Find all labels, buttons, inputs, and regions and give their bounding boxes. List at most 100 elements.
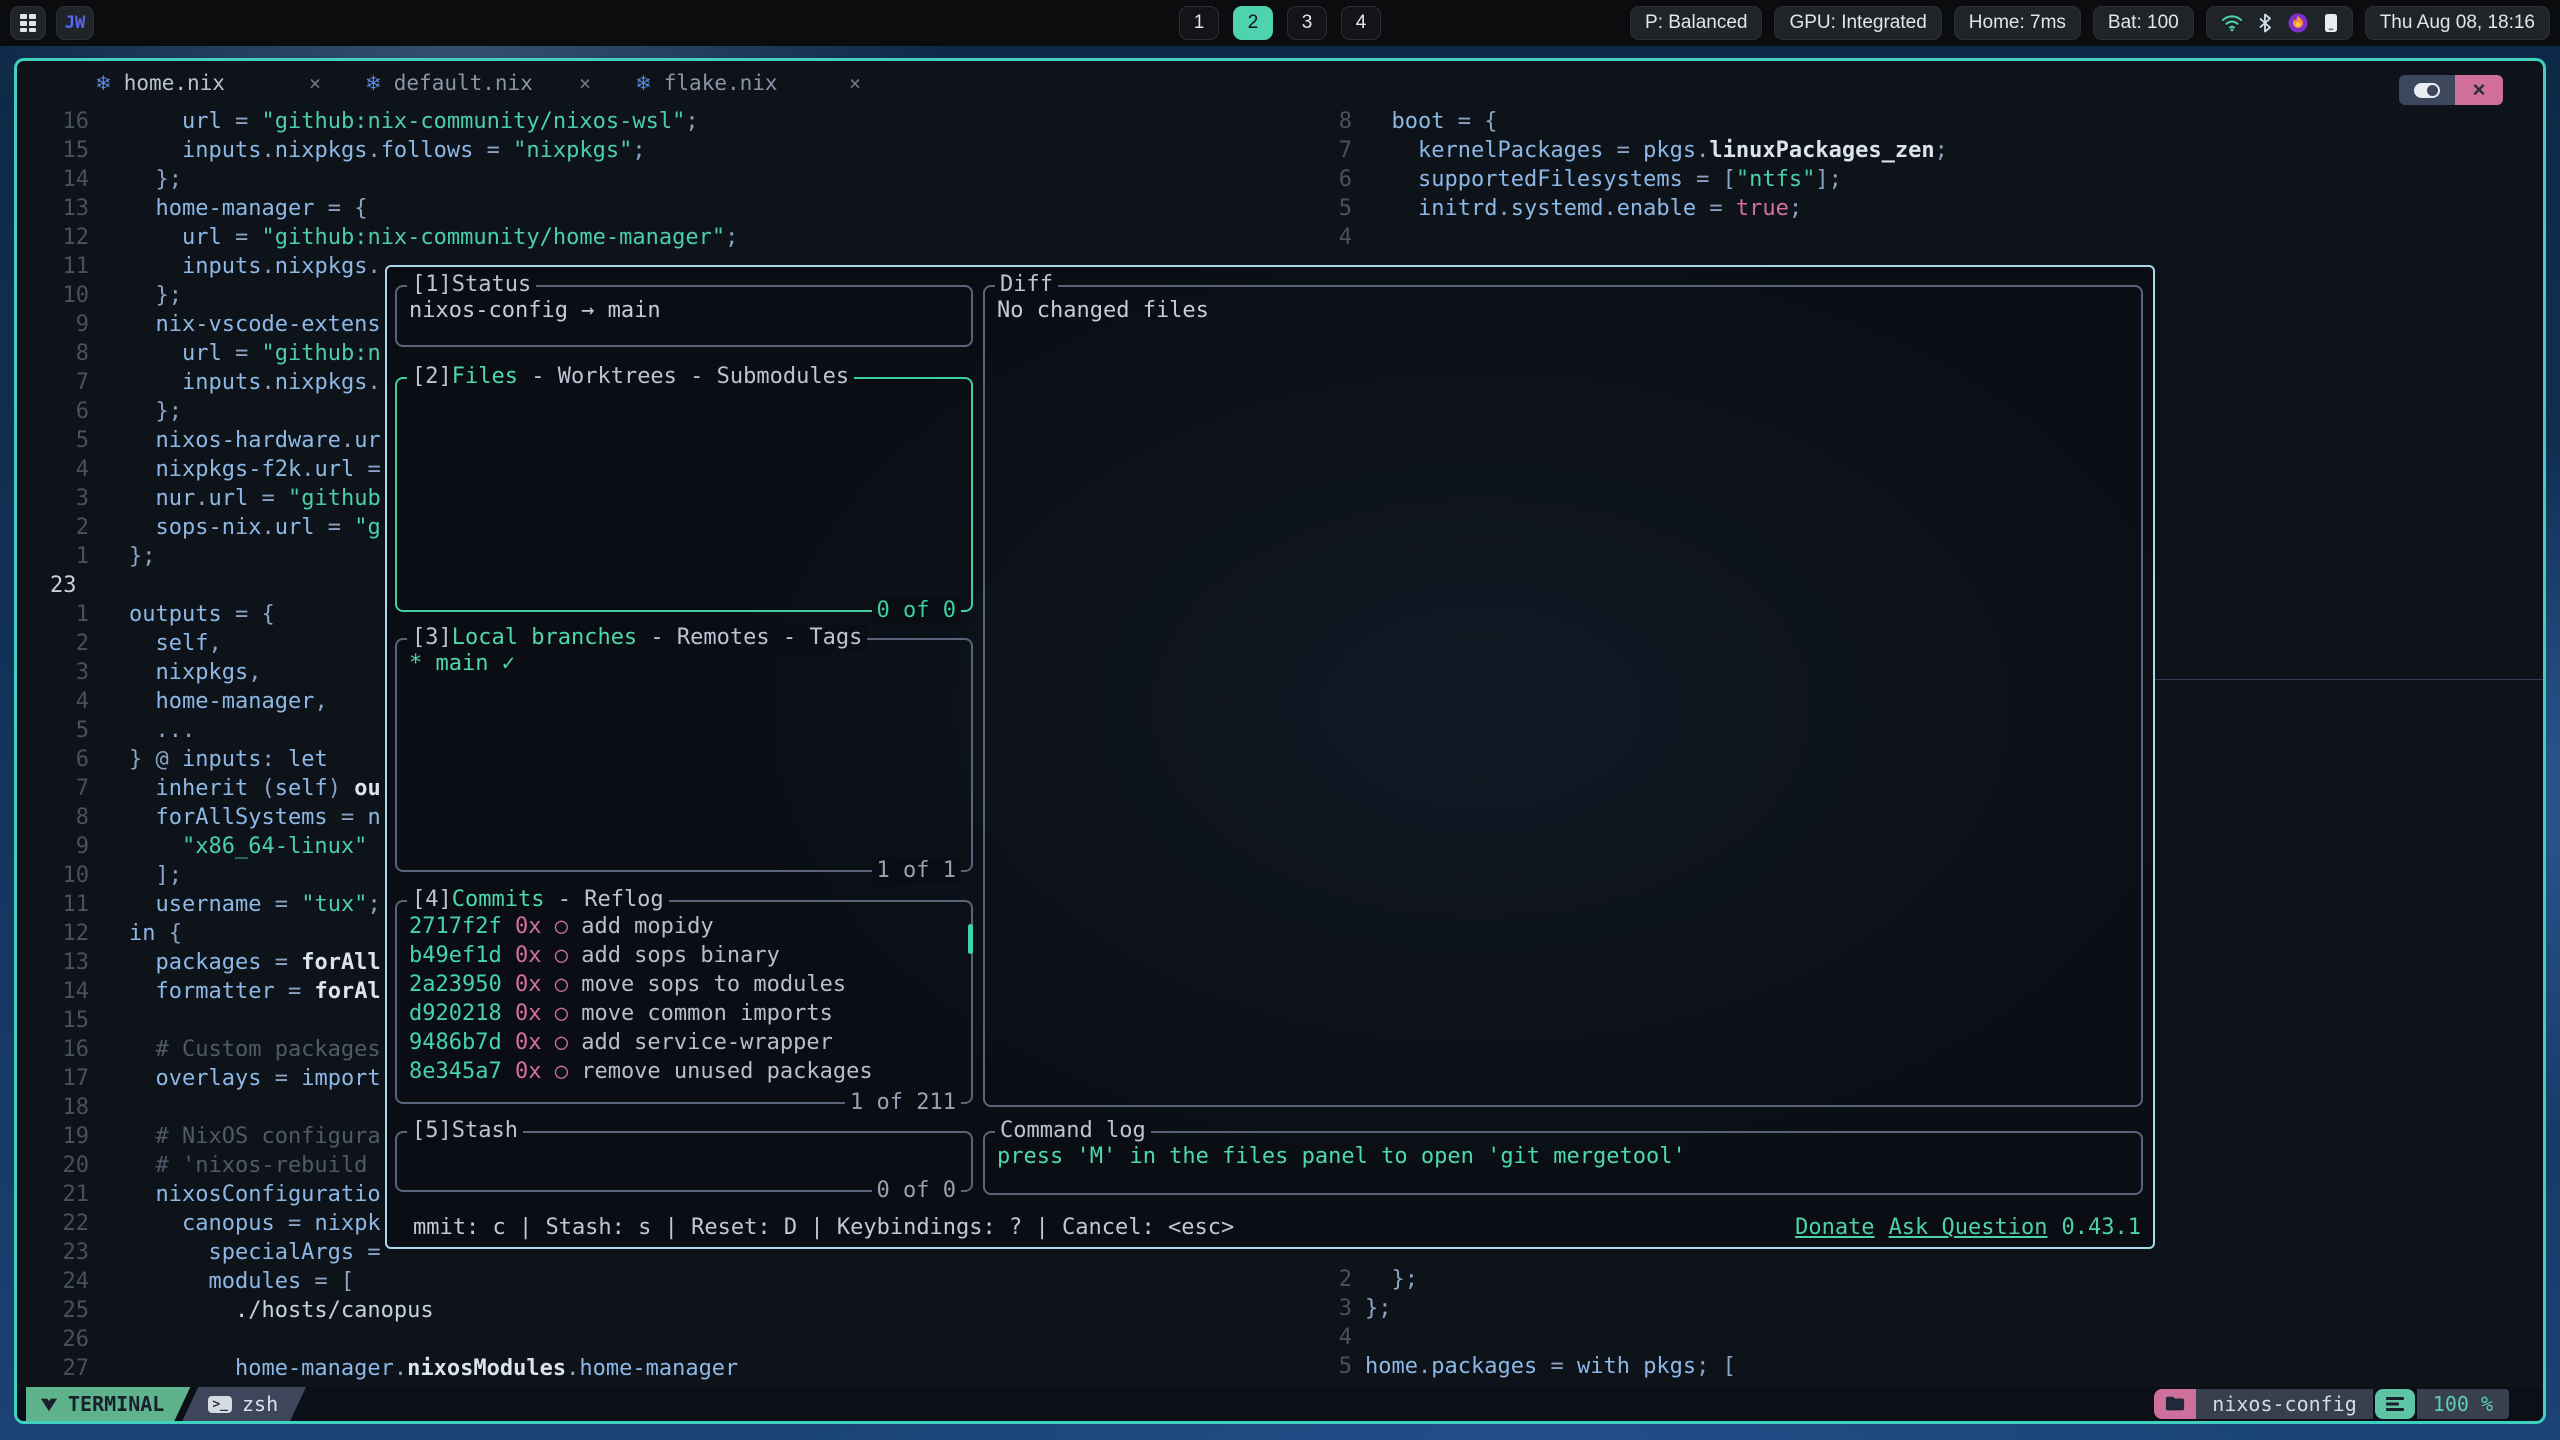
clock[interactable]: Thu Aug 08, 18:16 xyxy=(2365,6,2550,40)
system-status-pills: P: Balanced GPU: Integrated Home: 7ms Bat: … xyxy=(1630,6,2194,40)
code-line: 25 ./hosts/canopus xyxy=(17,1296,1277,1325)
line-number: 18 xyxy=(17,1093,89,1122)
donate-link[interactable]: Donate xyxy=(1795,1213,1874,1242)
code-line: 26 xyxy=(17,1325,1277,1354)
lazygit-status-panel[interactable]: [1]Status nixos-config → main xyxy=(395,285,973,347)
repo-name: nixos-config xyxy=(2196,1389,2373,1419)
lazygit-command-log-panel[interactable]: Command log press 'M' in the files panel… xyxy=(983,1131,2143,1195)
line-number: 27 xyxy=(17,1354,89,1383)
code-line: 4 xyxy=(1286,1323,2536,1352)
line-number: 11 xyxy=(17,890,89,919)
tab-close-icon[interactable]: × xyxy=(579,71,591,95)
status-pill[interactable]: Bat: 100 xyxy=(2093,6,2194,40)
wifi-icon[interactable] xyxy=(2221,14,2243,32)
tab-close-icon[interactable]: × xyxy=(849,71,861,95)
tab-home.nix[interactable]: ❄home.nix× xyxy=(73,61,343,105)
code-pane-home-nix[interactable]: 2 };3};45home.packages = with pkgs; [ xyxy=(1286,1265,2536,1381)
window-close-button[interactable]: × xyxy=(2455,75,2503,105)
commits-scrollbar[interactable] xyxy=(968,924,973,954)
lazygit-files-panel[interactable]: [2]Files - Worktrees - Submodules 0 of 0 xyxy=(395,377,973,612)
line-number: 2 xyxy=(17,513,89,542)
line-number: 8 xyxy=(17,803,89,832)
line-number: 23 xyxy=(17,571,89,600)
ask-question-link[interactable]: Ask Question xyxy=(1889,1213,2048,1242)
lazygit-diff-panel[interactable]: Diff No changed files xyxy=(983,285,2143,1107)
commit-list: 2717f2f 0x ○ add mopidyb49ef1d 0x ○ add … xyxy=(397,902,971,1086)
line-number: 6 xyxy=(17,745,89,774)
code-line: 24 modules = [ xyxy=(17,1267,1277,1296)
tab-flake.nix[interactable]: ❄ flake.nix × xyxy=(613,61,883,105)
shell-segment: >_ zsh xyxy=(182,1387,306,1421)
tab-close-icon[interactable]: × xyxy=(309,71,321,95)
commit-row[interactable]: d920218 0x ○ move common imports xyxy=(397,999,971,1028)
workspace-button-3[interactable]: 3 xyxy=(1287,6,1327,40)
line-number: 16 xyxy=(17,1035,89,1064)
code-line: 4 xyxy=(1286,223,2536,252)
lazygit-stash-panel[interactable]: [5]Stash 0 of 0 xyxy=(395,1131,973,1192)
line-number: 7 xyxy=(1286,136,1352,165)
lazygit-overlay: [1]Status nixos-config → main [2]Files -… xyxy=(385,265,2155,1249)
code-line: 8 boot = { xyxy=(1286,107,2536,136)
line-number: 4 xyxy=(1286,1323,1352,1352)
app-launcher-button[interactable] xyxy=(10,6,46,40)
line-number: 8 xyxy=(17,339,89,368)
window-pin-toggle[interactable] xyxy=(2399,75,2455,105)
code-line: 14 }; xyxy=(17,165,1277,194)
commit-row[interactable]: b49ef1d 0x ○ add sops binary xyxy=(397,941,971,970)
line-number: 9 xyxy=(17,832,89,861)
status-pill[interactable]: GPU: Integrated xyxy=(1774,6,1941,40)
nix-snowflake-icon: ❄ xyxy=(635,71,652,95)
line-number: 12 xyxy=(17,919,89,948)
lazygit-footer: Donate Ask Question 0.43.1 xyxy=(1795,1213,2141,1242)
commit-row[interactable]: 2a23950 0x ○ move sops to modules xyxy=(397,970,971,999)
commit-row[interactable]: 8e345a7 0x ○ remove unused packages xyxy=(397,1057,971,1086)
line-number: 4 xyxy=(17,687,89,716)
status-pill[interactable]: P: Balanced xyxy=(1630,6,1762,40)
line-number: 3 xyxy=(17,658,89,687)
lazygit-branches-panel[interactable]: [3]Local branches - Remotes - Tags * mai… xyxy=(395,638,973,872)
commits-count: 1 of 211 xyxy=(845,1090,961,1116)
system-tray xyxy=(2206,6,2353,40)
line-number: 11 xyxy=(17,252,89,281)
tab-filename: default.nix xyxy=(394,71,567,95)
branches-panel-title: [3]Local branches - Remotes - Tags xyxy=(407,625,867,651)
toggle-icon xyxy=(2414,83,2440,98)
code-line: 6 supportedFilesystems = ["ntfs"]; xyxy=(1286,165,2536,194)
apps-grid-icon xyxy=(19,13,37,33)
keyboard-layout-indicator[interactable]: JW xyxy=(56,6,94,40)
code-line: 2 }; xyxy=(1286,1265,2536,1294)
code-line: 13 home-manager = { xyxy=(17,194,1277,223)
line-number: 23 xyxy=(17,1238,89,1267)
phone-icon[interactable] xyxy=(2324,13,2338,33)
browser-icon[interactable] xyxy=(2287,12,2309,34)
line-number: 15 xyxy=(17,136,89,165)
line-number: 22 xyxy=(17,1209,89,1238)
line-number: 2 xyxy=(1286,1265,1352,1294)
line-number: 20 xyxy=(17,1151,89,1180)
workspace-button-1[interactable]: 1 xyxy=(1179,6,1219,40)
code-pane-default-nix[interactable]: 8 boot = {7 kernelPackages = pkgs.linuxP… xyxy=(1286,107,2536,252)
scroll-percent: 100 % xyxy=(2417,1389,2509,1419)
line-number: 2 xyxy=(17,629,89,658)
lazygit-commits-panel[interactable]: [4]Commits - Reflog 2717f2f 0x ○ add mop… xyxy=(395,900,973,1104)
workspace-button-4[interactable]: 4 xyxy=(1341,6,1381,40)
code-line: 16 url = "github:nix-community/nixos-wsl… xyxy=(17,107,1277,136)
workspace-button-2[interactable]: 2 xyxy=(1233,6,1273,40)
commit-row[interactable]: 9486b7d 0x ○ add service-wrapper xyxy=(397,1028,971,1057)
files-panel-title: [2]Files - Worktrees - Submodules xyxy=(407,364,854,390)
keybindings-hint: mmit: c | Stash: s | Reset: D | Keybindi… xyxy=(413,1213,1234,1242)
diff-content: No changed files xyxy=(985,287,2141,334)
commit-row[interactable]: 2717f2f 0x ○ add mopidy xyxy=(397,912,971,941)
tab-default.nix[interactable]: ❄default.nix× xyxy=(343,61,613,105)
status-pill[interactable]: Home: 7ms xyxy=(1954,6,2081,40)
command-log-content: press 'M' in the files panel to open 'gi… xyxy=(985,1133,2141,1180)
code-line: 3}; xyxy=(1286,1294,2536,1323)
tab-filename: flake.nix xyxy=(664,71,837,95)
bluetooth-icon[interactable] xyxy=(2258,13,2272,33)
code-line: 5 initrd.systemd.enable = true; xyxy=(1286,194,2536,223)
line-number: 10 xyxy=(17,281,89,310)
stash-panel-title: [5]Stash xyxy=(407,1118,523,1144)
workspace-switcher: 1234 xyxy=(1179,6,1381,40)
editor-statusline: TERMINAL >_ zsh nixos-config 100 % xyxy=(17,1387,2543,1421)
line-number: 3 xyxy=(17,484,89,513)
